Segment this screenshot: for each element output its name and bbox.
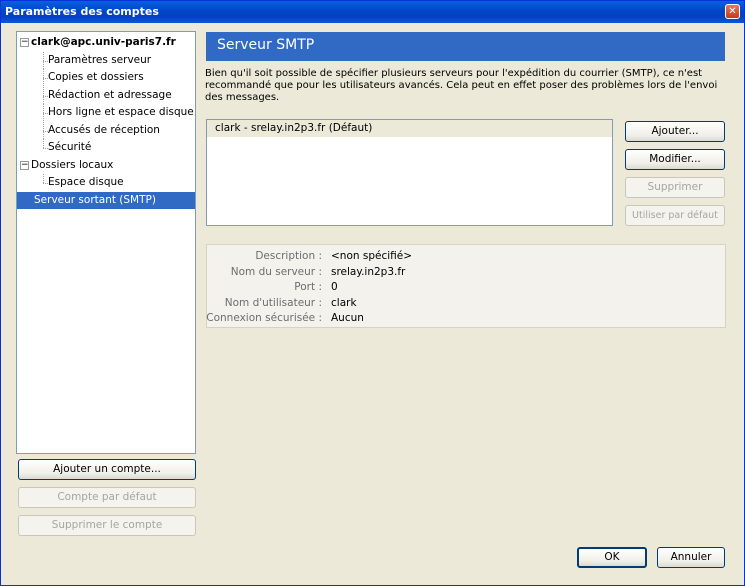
detail-value: clark [331, 296, 357, 309]
detail-label: Description : [255, 250, 322, 262]
account-label: clark@apc.univ-paris7.fr [31, 36, 176, 48]
tree-item-label: Sécurité [48, 141, 92, 153]
tree-item-label: Rédaction et adressage [48, 88, 172, 101]
close-icon[interactable]: ✕ [725, 4, 740, 19]
default-account-button[interactable]: Compte par défaut [18, 487, 196, 508]
account-tree[interactable]: − clark@apc.univ-paris7.fr Paramètres se… [16, 31, 196, 454]
detail-value: Aucun [331, 312, 364, 324]
title-bar: Paramètres des comptes ✕ [1, 1, 744, 23]
tree-item-server-settings[interactable]: Paramètres serveur [17, 51, 195, 70]
detail-label: Connexion sécurisée : [206, 312, 322, 324]
add-server-button[interactable]: Ajouter... [625, 121, 725, 142]
account-settings-dialog: Paramètres des comptes ✕ − clark@apc.uni… [0, 0, 745, 586]
detail-value: 0 [331, 281, 338, 293]
tree-item-security[interactable]: Sécurité [17, 139, 195, 157]
ok-button[interactable]: OK [577, 547, 647, 568]
tree-item-offline-disk[interactable]: Hors ligne et espace disque [17, 104, 195, 122]
collapse-icon[interactable]: − [20, 160, 29, 170]
server-details: Description : <non spécifié> Nom du serv… [206, 244, 726, 328]
tree-item-copies-folders[interactable]: Copies et dossiers [17, 69, 195, 87]
list-item[interactable]: clark - srelay.in2p3.fr (Défaut) [207, 120, 612, 137]
edit-server-button[interactable]: Modifier... [625, 149, 725, 170]
local-folders-label: Dossiers locaux [31, 158, 114, 171]
tree-item-composition[interactable]: Rédaction et adressage [17, 86, 195, 105]
tree-item-disk-space[interactable]: Espace disque [17, 174, 195, 192]
delete-account-button[interactable]: Supprimer le compte [18, 515, 196, 536]
cancel-button[interactable]: Annuler [657, 547, 725, 568]
tree-item-receipts[interactable]: Accusés de réception [17, 121, 195, 140]
detail-value: <non spécifié> [331, 250, 413, 262]
tree-item-label: Paramètres serveur [48, 53, 152, 66]
tree-item-label: Accusés de réception [48, 123, 160, 136]
detail-row-port: Port : 0 [207, 280, 725, 296]
set-default-server-button[interactable]: Utiliser par défaut [625, 205, 725, 226]
detail-row-security: Connexion sécurisée : Aucun [206, 311, 725, 327]
detail-value: srelay.in2p3.fr [331, 265, 406, 278]
detail-label: Nom du serveur : [230, 265, 322, 278]
detail-row-description: Description : <non spécifié> [207, 249, 725, 265]
smtp-label: Serveur sortant (SMTP) [34, 193, 156, 206]
panel-description: Bien qu'il soit possible de spécifier pl… [205, 68, 718, 103]
smtp-server-list[interactable]: clark - srelay.in2p3.fr (Défaut) [206, 119, 613, 226]
tree-item-local-folders[interactable]: − Dossiers locaux [17, 157, 195, 175]
tree-item-label: Espace disque [48, 176, 124, 188]
tree-item-label: Copies et dossiers [48, 71, 144, 83]
panel-title: Serveur SMTP [206, 32, 725, 61]
detail-row-server: Nom du serveur : srelay.in2p3.fr [207, 265, 725, 281]
detail-row-user: Nom d'utilisateur : clark [207, 296, 725, 312]
delete-server-button[interactable]: Supprimer [625, 177, 725, 198]
detail-label: Port : [294, 281, 322, 293]
tree-item-account[interactable]: − clark@apc.univ-paris7.fr [17, 34, 195, 52]
detail-label: Nom d'utilisateur : [224, 296, 322, 309]
add-account-button[interactable]: Ajouter un compte... [18, 459, 196, 480]
collapse-icon[interactable]: − [20, 38, 29, 47]
tree-item-smtp[interactable]: Serveur sortant (SMTP) [17, 191, 195, 209]
tree-item-label: Hors ligne et espace disque [48, 106, 194, 118]
window-title: Paramètres des comptes [5, 5, 159, 18]
